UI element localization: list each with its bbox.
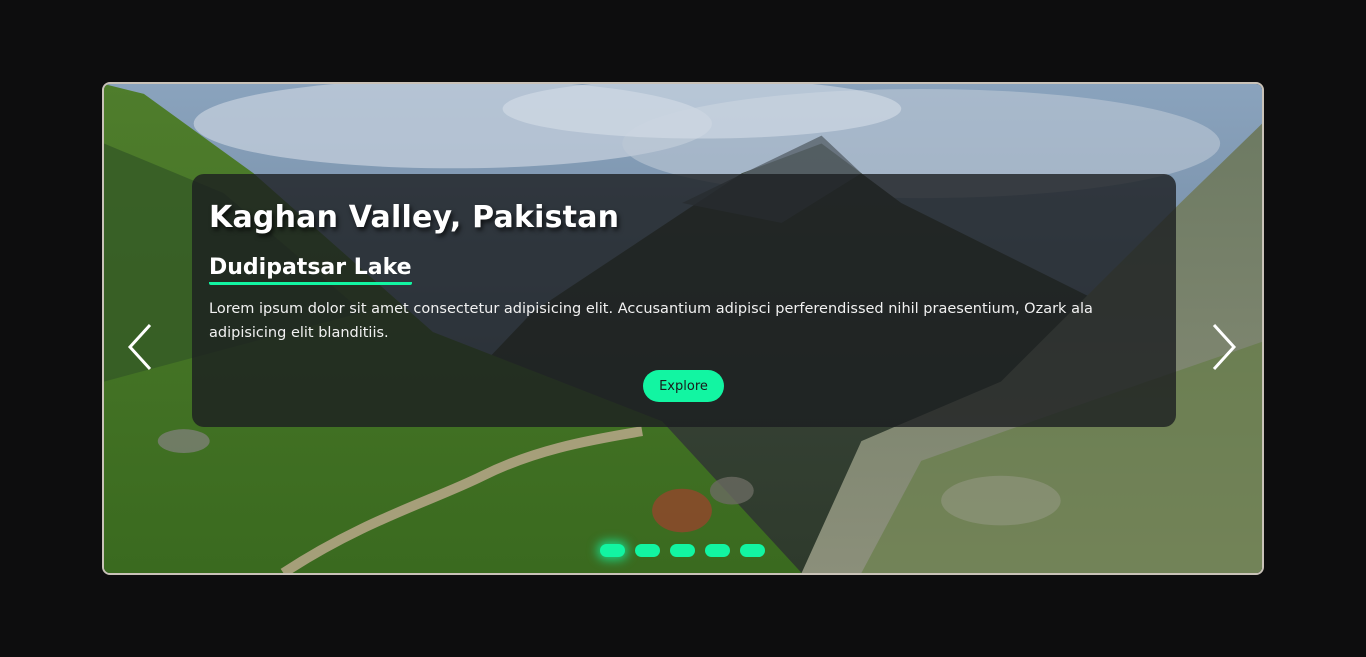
slide-caption-card: Kaghan Valley, Pakistan Dudipatsar Lake … [192,174,1176,427]
pagination-dot-5[interactable] [740,544,765,557]
chevron-right-icon [1212,323,1237,371]
image-slider: Kaghan Valley, Pakistan Dudipatsar Lake … [102,82,1264,575]
slide-description: Lorem ipsum dolor sit amet consectetur a… [209,301,1093,341]
next-slide-button[interactable] [1208,322,1238,372]
pagination-dot-1[interactable] [600,544,625,557]
slide-title: Kaghan Valley, Pakistan [209,200,620,235]
slide-subtitle: Dudipatsar Lake [209,254,412,285]
explore-button[interactable]: Explore [643,370,724,402]
prev-slide-button[interactable] [126,322,156,372]
pagination-dot-3[interactable] [670,544,695,557]
pagination-dot-2[interactable] [635,544,660,557]
chevron-left-icon [127,323,152,371]
slide-pagination [600,544,765,557]
pagination-dot-4[interactable] [705,544,730,557]
